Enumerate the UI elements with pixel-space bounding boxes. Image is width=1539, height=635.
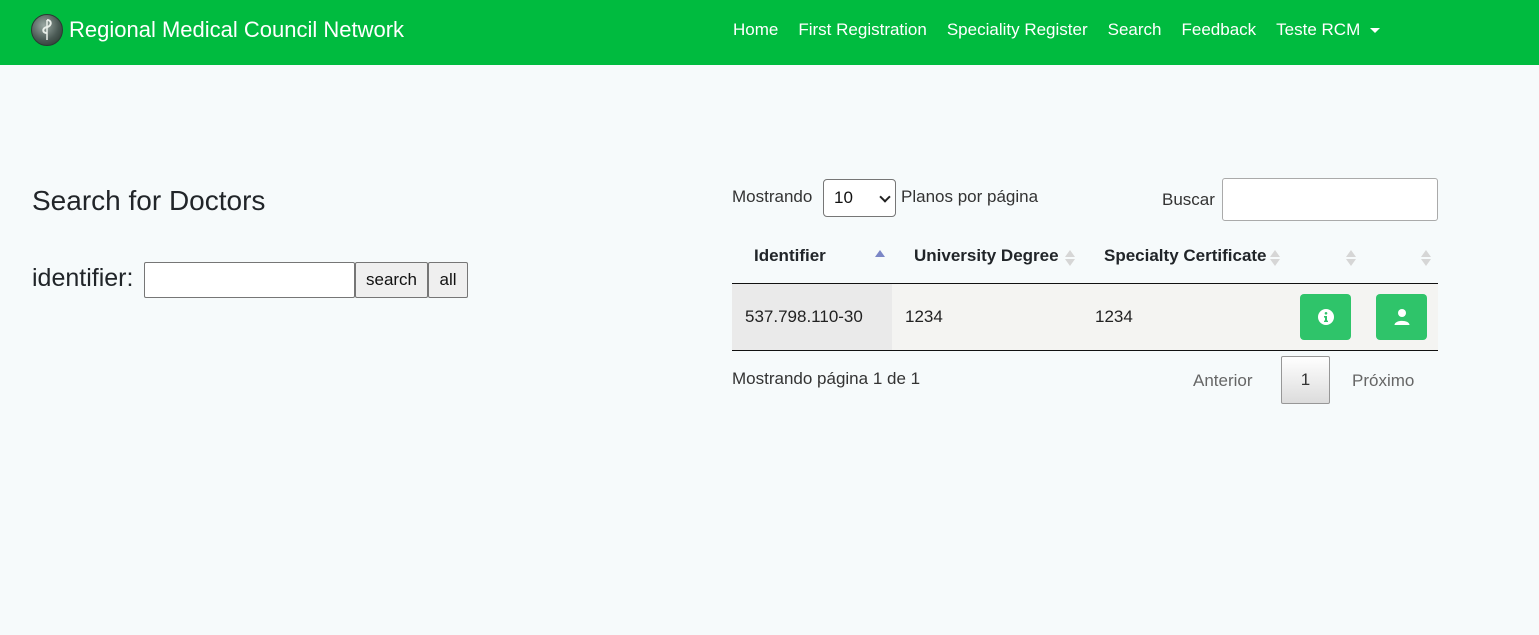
all-button[interactable]: all: [428, 262, 468, 298]
pagination-previous[interactable]: Anterior: [1193, 371, 1253, 391]
user-menu-dropdown[interactable]: Teste RCM: [1276, 20, 1381, 40]
nav-search[interactable]: Search: [1108, 20, 1162, 40]
brand-title: Regional Medical Council Network: [69, 17, 405, 42]
nav-home[interactable]: Home: [733, 20, 778, 40]
table-search-input[interactable]: [1222, 178, 1438, 221]
pagination-page-1[interactable]: 1: [1281, 356, 1330, 404]
user-menu-label: Teste RCM: [1276, 20, 1361, 39]
doctor-profile-button[interactable]: [1376, 294, 1427, 340]
sort-icon: [1065, 248, 1075, 268]
column-header-specialty-certificate[interactable]: Specialty Certificate: [1104, 246, 1267, 266]
table-search-label: Buscar: [1162, 190, 1215, 209]
nav-first-registration[interactable]: First Registration: [798, 20, 926, 40]
page-title: Search for Doctors: [32, 185, 266, 216]
page-length-value: 10: [834, 188, 853, 207]
pagination-next[interactable]: Próximo: [1352, 371, 1414, 391]
length-prefix-label: Mostrando: [732, 187, 813, 206]
caret-down-icon: [1370, 27, 1381, 33]
chevron-down-icon: [879, 191, 891, 203]
pagination-info: Mostrando página 1 de 1: [732, 369, 921, 388]
page-length-select[interactable]: 10: [823, 179, 896, 217]
main-nav: Home First Registration Speciality Regis…: [733, 19, 1381, 41]
medical-logo-icon: [31, 14, 63, 46]
column-header-actions-2-sort-icon[interactable]: [1421, 248, 1431, 268]
info-circle-icon: [1317, 309, 1334, 325]
column-header-university-degree[interactable]: University Degree: [914, 246, 1059, 266]
nav-speciality-register[interactable]: Speciality Register: [947, 20, 1088, 40]
nav-feedback[interactable]: Feedback: [1182, 20, 1257, 40]
doctor-info-button[interactable]: [1300, 294, 1351, 340]
brand-link[interactable]: Regional Medical Council Network: [31, 13, 404, 47]
user-icon: [1394, 309, 1409, 325]
sort-icon: [1270, 248, 1280, 268]
cell-university-degree: 1234: [905, 307, 943, 326]
column-header-identifier[interactable]: Identifier: [754, 246, 826, 266]
identifier-input[interactable]: [144, 262, 355, 298]
length-suffix-label: Planos por página: [901, 187, 1039, 206]
table-bottom-divider: [732, 350, 1438, 351]
search-button[interactable]: search: [355, 262, 428, 298]
identifier-label: identifier:: [32, 264, 134, 292]
cell-identifier: 537.798.110-30: [745, 307, 863, 326]
top-navbar: Regional Medical Council Network Home Fi…: [0, 0, 1539, 65]
column-header-actions-1-sort-icon[interactable]: [1346, 248, 1356, 268]
sort-ascending-icon: [875, 248, 885, 268]
cell-specialty-certificate: 1234: [1095, 307, 1133, 326]
